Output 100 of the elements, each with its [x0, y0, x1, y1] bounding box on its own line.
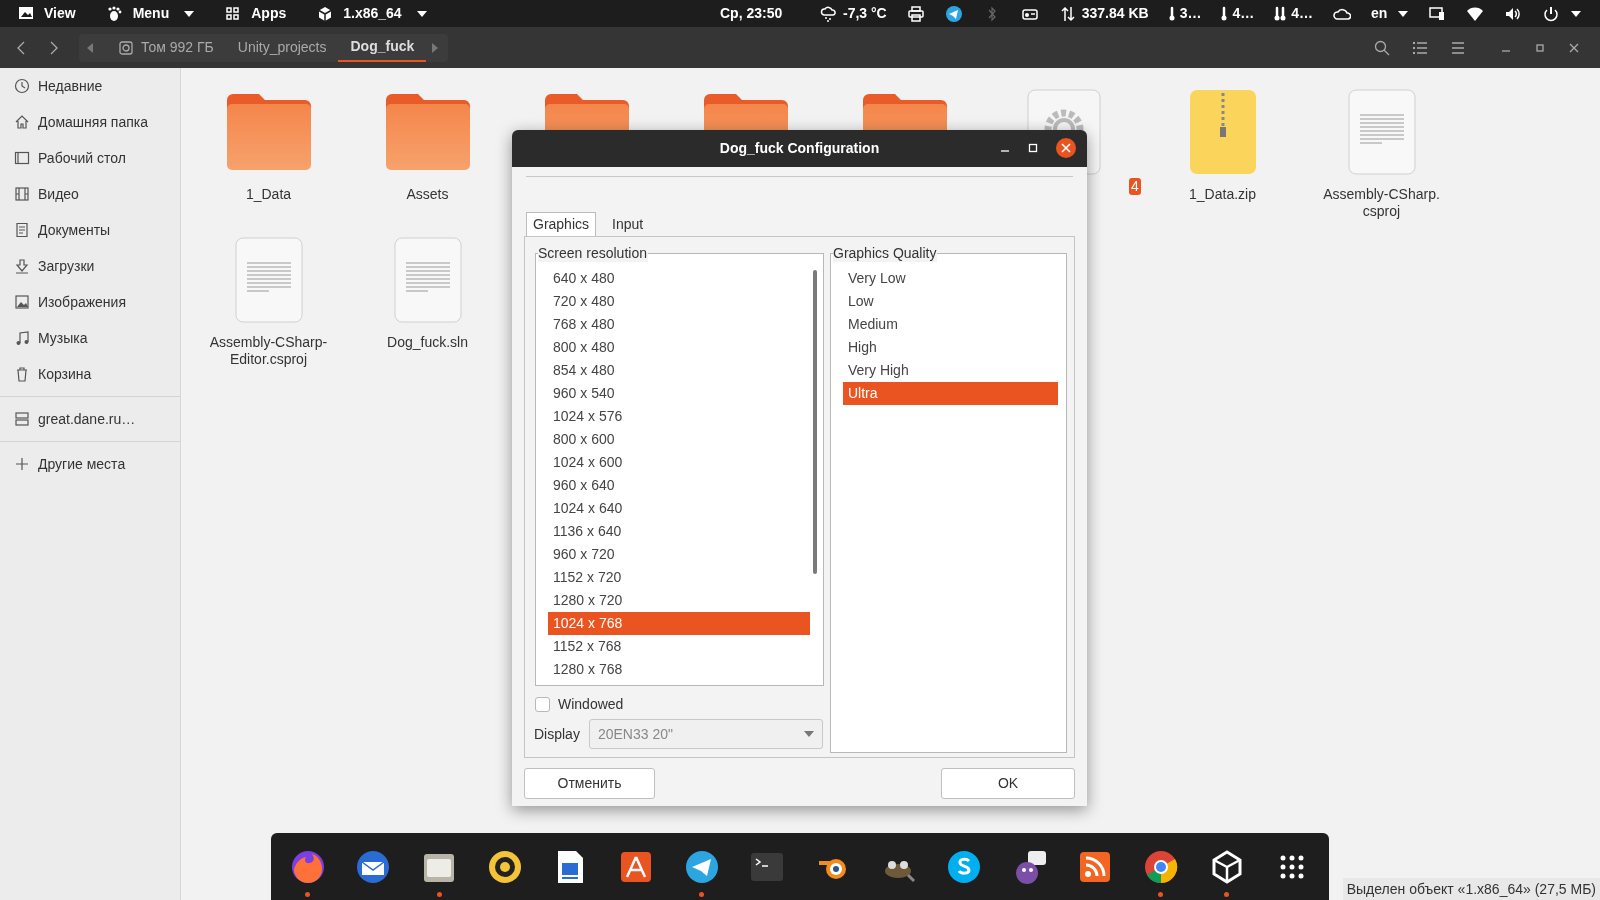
path-segment[interactable]: Dog_fuck [338, 33, 427, 62]
list-item[interactable]: 1280 x 720 [548, 589, 810, 612]
trash-icon [14, 366, 30, 382]
list-item[interactable]: 960 x 540 [548, 382, 810, 405]
file-name[interactable]: 4 [1129, 178, 1141, 195]
checkbox[interactable] [535, 697, 550, 712]
list-item[interactable]: Ultra [843, 382, 1058, 405]
scroll-left-icon[interactable] [87, 42, 93, 53]
list-item[interactable]: Medium [843, 313, 1058, 336]
tab[interactable]: Graphics [526, 212, 597, 236]
file-name[interactable]: Assembly-CSharp. csproj [1321, 186, 1442, 220]
list-item[interactable]: 1136 x 640 [548, 520, 810, 543]
back-icon[interactable] [16, 39, 26, 56]
mail-icon[interactable] [355, 848, 392, 885]
path-segment[interactable]: Unity_projects [225, 33, 339, 62]
list-item[interactable]: Very Low [843, 267, 1058, 290]
scroll-right-icon[interactable] [432, 42, 439, 53]
path-segment[interactable]: Том 992 ГБ [107, 33, 226, 62]
caret-icon [803, 731, 814, 737]
tab[interactable]: Input [606, 212, 650, 236]
sidebar-item[interactable]: Документы [0, 212, 180, 248]
list-item[interactable]: 1280 x 768 [548, 658, 810, 681]
caret-icon [184, 10, 195, 17]
topbar-menu[interactable]: Menu [105, 3, 195, 24]
list-item[interactable]: 1024 x 600 [548, 451, 810, 474]
close-icon[interactable] [1055, 137, 1077, 159]
topbar-menu[interactable]: 1.x86_64 [316, 3, 427, 24]
thermometer-icon [1221, 4, 1228, 23]
sidebar-item[interactable]: Музыка [0, 320, 180, 356]
thermometer-icon [1168, 4, 1175, 23]
download-icon [14, 258, 30, 274]
search-icon[interactable] [1374, 39, 1390, 56]
list-item[interactable]: 960 x 640 [548, 474, 810, 497]
topbar-menu[interactable]: Apps [224, 3, 287, 24]
list-item[interactable]: Low [843, 290, 1058, 313]
paper-plane-icon[interactable] [683, 848, 720, 885]
sidebar-item[interactable]: Видео [0, 176, 180, 212]
list-item[interactable]: 1024 x 576 [548, 405, 810, 428]
printer-icon[interactable] [906, 4, 925, 23]
list-item[interactable]: 854 x 480 [548, 359, 810, 382]
file-name[interactable]: 1_Data.zip [1187, 186, 1258, 203]
sidebar-item[interactable]: Домашняя папка [0, 104, 180, 140]
list-item[interactable]: 768 x 480 [548, 313, 810, 336]
file-name[interactable]: Assembly-CSharp- Editor.csproj [207, 334, 330, 368]
server-icon [14, 411, 30, 427]
topbar-menu[interactable]: View [17, 3, 76, 24]
list-item[interactable]: High [843, 336, 1058, 359]
list-item[interactable]: 1024 x 640 [548, 497, 810, 520]
list-item[interactable]: 1152 x 768 [548, 635, 810, 658]
list-item[interactable]: 960 x 720 [548, 543, 810, 566]
sensor-icon [1274, 4, 1287, 23]
indicator[interactable]: 337.84 KB [1058, 3, 1149, 24]
clock[interactable]: Ср, 23:50 [720, 3, 810, 24]
list-view-icon[interactable] [1412, 39, 1428, 56]
group-title: Graphics Quality [833, 244, 938, 262]
sidebar-item[interactable]: Изображения [0, 284, 180, 320]
indicator[interactable]: 4… [1221, 3, 1255, 24]
list-item[interactable]: 720 x 480 [548, 290, 810, 313]
film-icon [14, 186, 30, 202]
indicator[interactable]: en [1371, 3, 1409, 24]
paper-plane-icon[interactable] [944, 4, 963, 23]
indicator[interactable]: 4… [1274, 3, 1314, 24]
sidebar-item[interactable]: Недавние [0, 68, 180, 104]
home-icon [14, 114, 30, 130]
browser-icon[interactable] [1142, 848, 1179, 885]
caret-icon [1398, 10, 1409, 17]
list-item[interactable]: 640 x 480 [548, 267, 810, 290]
snow-cloud-icon [820, 4, 838, 23]
power-icon [1542, 4, 1561, 23]
sidebar-item[interactable]: Загрузки [0, 248, 180, 284]
disk-icon [119, 40, 133, 55]
sidebar-item[interactable]: great.dane.ru… [0, 401, 180, 437]
sidebar-item[interactable]: Корзина [0, 356, 180, 392]
indicator[interactable] [1542, 4, 1582, 23]
screen-icon[interactable] [1428, 4, 1447, 23]
file-name[interactable]: Dog_fuck.sln [385, 334, 470, 351]
dialog-button[interactable]: OK [941, 768, 1075, 799]
indicator[interactable]: 3… [1168, 3, 1202, 24]
file-name[interactable]: 1_Data [243, 186, 294, 203]
indicator[interactable]: -7,3 °C [820, 3, 887, 24]
sidebar-item[interactable]: Рабочий стол [0, 140, 180, 176]
document-icon [14, 222, 30, 238]
caret-icon [416, 10, 427, 17]
list-item[interactable]: Very High [843, 359, 1058, 382]
dialog-button[interactable]: Отменить [524, 768, 655, 799]
sidebar-item[interactable]: Другие места [0, 446, 180, 482]
checkbox-label: Windowed [558, 695, 624, 714]
menu-icon[interactable] [1450, 39, 1466, 56]
speaker-icon[interactable] [486, 848, 523, 885]
phone-chat-icon[interactable] [946, 848, 983, 885]
maximize-icon[interactable] [1027, 142, 1039, 154]
list-item[interactable]: 1024 x 768 [548, 612, 810, 635]
list-item[interactable]: 800 x 600 [548, 428, 810, 451]
forward-icon[interactable] [49, 39, 59, 56]
list-item[interactable]: 1152 x 720 [548, 566, 810, 589]
scrollbar-thumb[interactable] [813, 270, 817, 574]
list-item[interactable]: 800 x 480 [548, 336, 810, 359]
group-title: Screen resolution [538, 244, 648, 262]
browser-icon[interactable] [289, 848, 326, 885]
file-name[interactable]: Assets [404, 186, 451, 203]
